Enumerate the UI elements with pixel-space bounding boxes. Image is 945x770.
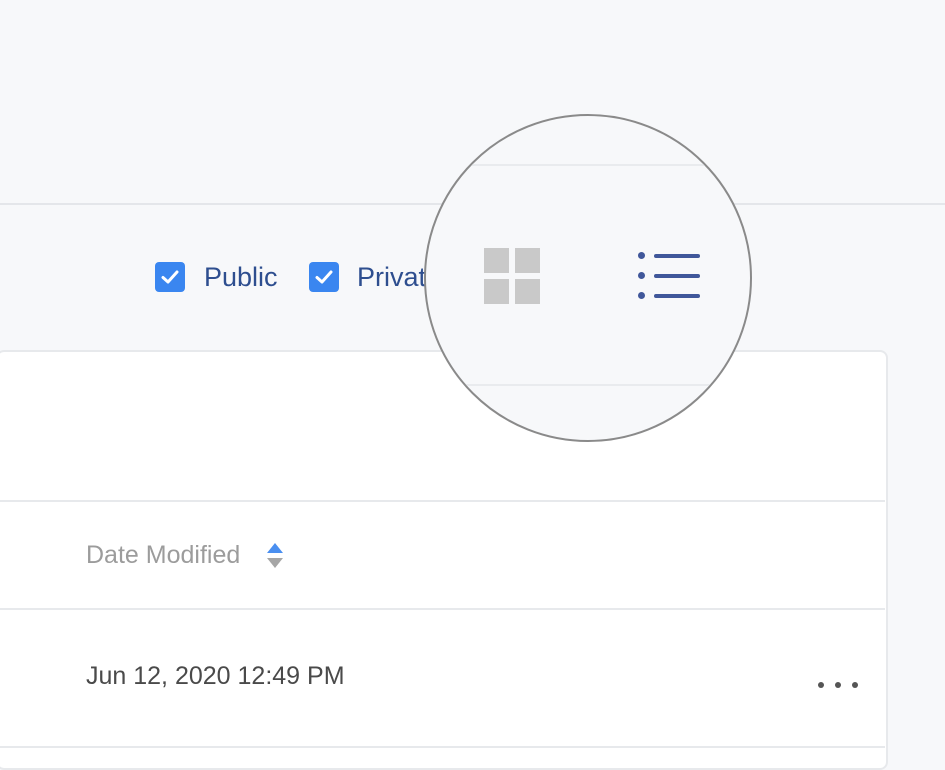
table-row-date-modified: Jun 12, 2020 12:49 PM bbox=[86, 662, 345, 690]
sort-icon[interactable] bbox=[266, 543, 284, 569]
checkmark-icon bbox=[315, 270, 333, 284]
grid-view-icon[interactable] bbox=[484, 248, 540, 304]
magnified-divider bbox=[426, 164, 750, 166]
public-label[interactable]: Public bbox=[204, 262, 278, 292]
column-header-date-modified[interactable]: Date Modified bbox=[86, 538, 240, 572]
public-checkbox[interactable] bbox=[155, 262, 185, 292]
more-icon[interactable] bbox=[812, 672, 864, 698]
table-row-divider bbox=[0, 746, 885, 748]
magnifier-callout bbox=[424, 114, 752, 442]
private-label[interactable]: Privat bbox=[357, 262, 426, 292]
table-header-top-divider bbox=[0, 500, 885, 502]
private-checkbox[interactable] bbox=[309, 262, 339, 292]
checkmark-icon bbox=[161, 270, 179, 284]
list-view-icon[interactable] bbox=[636, 250, 702, 302]
table-header-bottom-divider bbox=[0, 608, 885, 610]
magnified-divider bbox=[426, 384, 750, 386]
